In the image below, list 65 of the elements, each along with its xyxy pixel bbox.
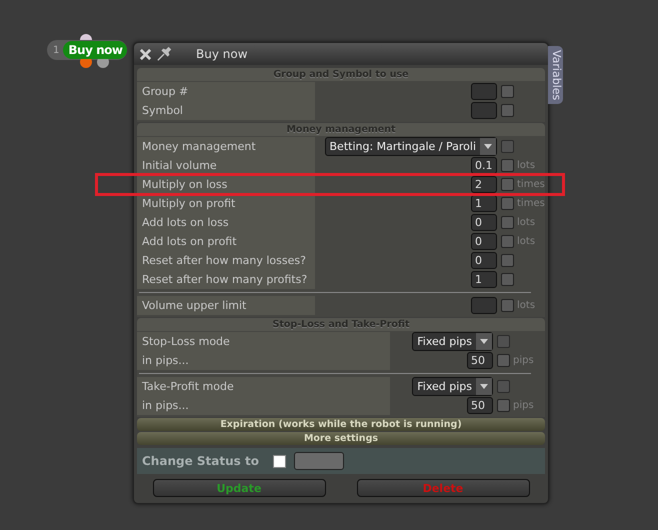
unit-label: times (517, 179, 545, 190)
input-field[interactable]: 0 (471, 233, 497, 250)
unit-label: times (517, 198, 545, 209)
input-field[interactable]: 2 (471, 176, 497, 193)
caret-icon (484, 144, 492, 149)
dropdown[interactable]: Fixed pips (412, 377, 493, 396)
checkbox[interactable] (497, 354, 510, 367)
checkbox[interactable] (272, 454, 286, 468)
checkbox[interactable] (497, 399, 510, 412)
field-label: Symbol (137, 101, 315, 120)
caret-icon (480, 384, 488, 389)
input-field[interactable]: 0 (471, 252, 497, 269)
checkbox[interactable] (501, 197, 514, 210)
node-label: Buy now (63, 41, 128, 59)
field-label: Money management (137, 137, 315, 156)
close-icon[interactable] (139, 48, 152, 60)
checkbox[interactable] (501, 299, 514, 312)
field-label: Take-Profit mode (137, 377, 390, 396)
dropdown[interactable]: Betting: Martingale / Paroli (324, 137, 497, 156)
input-field[interactable]: 1 (471, 195, 497, 212)
node-chip[interactable]: 1 Buy now (47, 40, 128, 60)
node-number: 1 (52, 44, 60, 56)
unit-label: pips (513, 400, 534, 411)
pin-icon[interactable] (156, 46, 174, 62)
field-label: in pips... (137, 396, 390, 415)
checkbox[interactable] (497, 335, 510, 348)
unit-label: lots (517, 217, 536, 228)
unit-label: pips (513, 355, 534, 366)
status-field[interactable] (294, 452, 344, 470)
field-label: in pips... (137, 351, 390, 370)
field-label: Add lots on loss (137, 213, 315, 232)
input-field[interactable]: 1 (471, 271, 497, 288)
status-label: Change Status to (142, 454, 259, 468)
checkbox[interactable] (501, 235, 514, 248)
checkbox[interactable] (501, 104, 514, 117)
section-header[interactable]: Expiration (works while the robot is running) (137, 418, 545, 431)
input-field[interactable]: 0 (471, 214, 497, 231)
input-field[interactable]: 50 (467, 352, 493, 369)
field-label: Group # (137, 82, 315, 101)
input-field[interactable]: 0.1 (471, 157, 497, 174)
input-field[interactable] (471, 83, 497, 100)
checkbox[interactable] (501, 140, 514, 153)
caret-icon (480, 339, 488, 344)
window-title: Buy now (196, 47, 248, 61)
field-label: Stop-Loss mode (137, 332, 390, 351)
checkbox[interactable] (501, 216, 514, 229)
field-label: Volume upper limit (137, 296, 315, 315)
input-field[interactable] (471, 102, 497, 119)
field-label: Reset after how many profits? (137, 270, 315, 289)
variables-tab[interactable]: Variables (548, 46, 563, 104)
unit-label: lots (517, 236, 536, 247)
input-field[interactable]: 50 (467, 397, 493, 414)
checkbox[interactable] (501, 85, 514, 98)
unit-label: lots (517, 300, 536, 311)
unit-label: lots (517, 160, 536, 171)
checkbox[interactable] (501, 254, 514, 267)
field-label: Add lots on profit (137, 232, 315, 251)
checkbox[interactable] (501, 178, 514, 191)
dropdown[interactable]: Fixed pips (412, 332, 493, 351)
checkbox[interactable] (497, 380, 510, 393)
section-header[interactable]: More settings (137, 432, 545, 445)
input-field[interactable] (471, 297, 497, 314)
field-label: Reset after how many losses? (137, 251, 315, 270)
checkbox[interactable] (501, 273, 514, 286)
checkbox[interactable] (501, 159, 514, 172)
